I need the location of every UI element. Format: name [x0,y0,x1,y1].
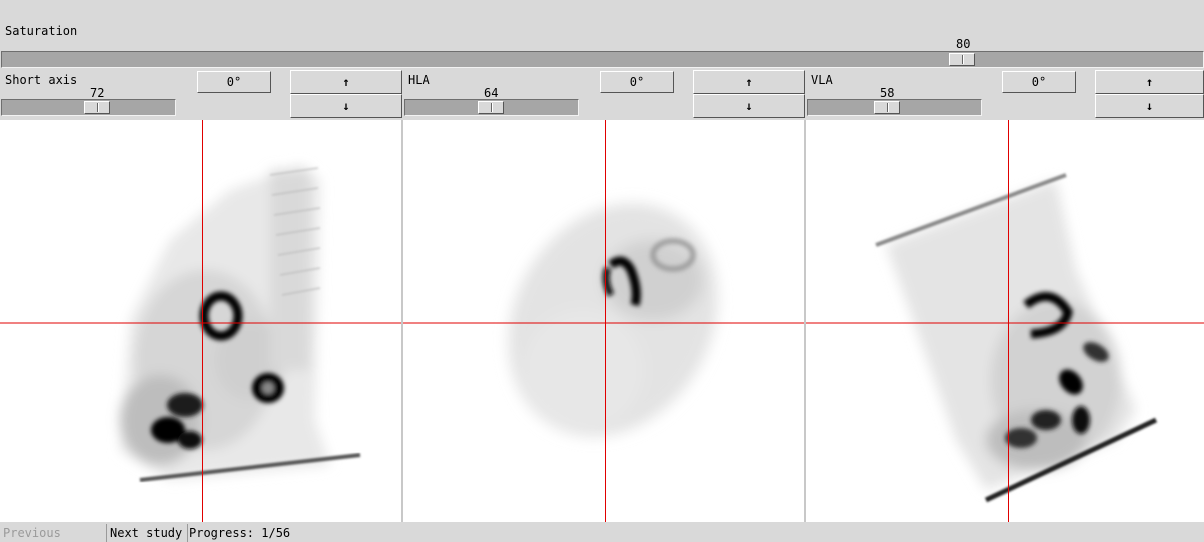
hla-slider-handle[interactable] [478,101,504,114]
short-axis-slider-handle[interactable] [84,101,110,114]
vla-rotation-button[interactable]: 0° [1002,71,1076,93]
vla-image-view[interactable] [806,120,1204,522]
hla-down-button[interactable]: ↓ [693,94,805,118]
cardiac-viewer-window: Saturation 80 Short axis 72 0° ↑ ↓ HLA 6… [0,0,1204,542]
hla-slice-value: 64 [484,86,499,100]
hla-label: HLA [408,73,430,87]
hla-slice-slider[interactable] [404,99,579,116]
saturation-slider-handle[interactable] [949,53,975,66]
hla-scan-image [403,120,804,522]
saturation-value: 80 [956,37,971,51]
vla-slice-value: 58 [880,86,895,100]
saturation-label: Saturation [5,24,78,38]
vla-up-button[interactable]: ↑ [1095,70,1204,94]
hla-up-button[interactable]: ↑ [693,70,805,94]
short-axis-slice-value: 72 [90,86,105,100]
hla-image-view[interactable] [403,120,804,522]
next-study-button[interactable]: Next study [107,524,188,542]
short-axis-scan-image [0,120,401,522]
status-bar: Previous study Next study Progress: 1/56 [0,524,1204,542]
vla-slice-slider[interactable] [807,99,982,116]
short-axis-down-button[interactable]: ↓ [290,94,402,118]
short-axis-label: Short axis [5,73,78,87]
short-axis-rotation-button[interactable]: 0° [197,71,271,93]
vla-label: VLA [811,73,833,87]
vla-slider-handle[interactable] [874,101,900,114]
saturation-slider[interactable] [1,51,1204,68]
vla-scan-image [806,120,1204,522]
short-axis-up-button[interactable]: ↑ [290,70,402,94]
short-axis-slice-slider[interactable] [1,99,176,116]
short-axis-image-view[interactable] [0,120,401,522]
hla-rotation-button[interactable]: 0° [600,71,674,93]
vla-down-button[interactable]: ↓ [1095,94,1204,118]
previous-study-button[interactable]: Previous study [0,524,107,542]
progress-text: Progress: 1/56 [189,526,291,540]
